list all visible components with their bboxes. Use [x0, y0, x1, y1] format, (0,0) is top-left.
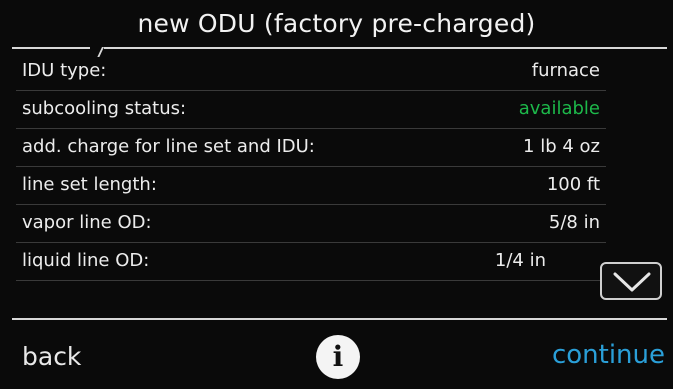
row-value: 100 ft — [546, 174, 600, 195]
settings-list: IDU type: furnace subcooling status: ava… — [16, 54, 606, 304]
row-value: 1 lb 4 oz — [523, 136, 600, 157]
thermostat-screen: new ODU (factory pre-charged) IDU type: … — [0, 0, 673, 389]
row-subcooling-status[interactable]: subcooling status: available — [16, 92, 606, 129]
continue-button[interactable]: continue — [552, 340, 665, 370]
row-add-charge[interactable]: add. charge for line set and IDU: 1 lb 4… — [16, 130, 606, 167]
row-label: liquid line OD: — [22, 250, 150, 271]
header: new ODU (factory pre-charged) — [0, 0, 673, 57]
row-label: IDU type: — [22, 60, 107, 81]
row-value: 1/4 in — [494, 250, 546, 271]
row-value: furnace — [531, 60, 600, 81]
row-idu-type[interactable]: IDU type: furnace — [16, 54, 606, 91]
status-value: available — [518, 98, 600, 119]
row-vapor-line-od[interactable]: vapor line OD: 5/8 in — [16, 206, 606, 243]
chevron-down-icon — [613, 272, 651, 292]
header-divider-left — [12, 47, 90, 49]
row-label: add. charge for line set and IDU: — [22, 136, 315, 157]
page-title: new ODU (factory pre-charged) — [137, 9, 536, 38]
footer-divider — [12, 318, 667, 320]
header-divider-right — [104, 47, 667, 49]
row-label: vapor line OD: — [22, 212, 152, 233]
row-value: 5/8 in — [548, 212, 600, 233]
row-liquid-line-od[interactable]: liquid line OD: 1/4 in — [16, 244, 606, 281]
row-label: subcooling status: — [22, 98, 187, 119]
row-line-set-length[interactable]: line set length: 100 ft — [16, 168, 606, 205]
info-button[interactable]: i — [316, 335, 360, 379]
row-label: line set length: — [22, 174, 157, 195]
scroll-down-button[interactable] — [600, 262, 662, 300]
back-button[interactable]: back — [22, 342, 81, 371]
info-icon: i — [332, 340, 344, 373]
